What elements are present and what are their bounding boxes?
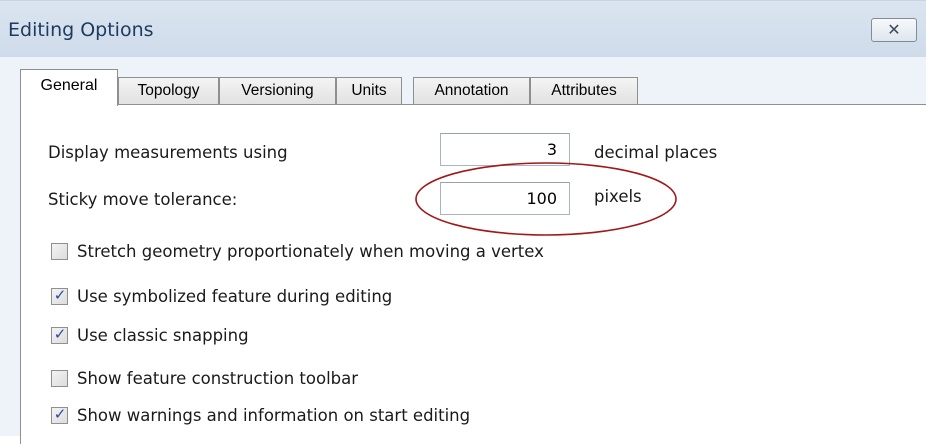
warnings-info-label: Show warnings and information on start e… <box>77 406 471 425</box>
tab-versioning[interactable]: Versioning <box>219 77 336 105</box>
editing-options-dialog: Editing Options ✕ General Topology Versi… <box>0 0 926 444</box>
construction-toolbar-checkbox[interactable] <box>51 370 68 387</box>
tab-units[interactable]: Units <box>336 77 402 105</box>
tab-attributes[interactable]: Attributes <box>530 77 638 105</box>
symbolized-feature-label: Use symbolized feature during editing <box>77 287 393 306</box>
pixels-suffix: pixels <box>594 187 642 206</box>
classic-snapping-checkbox[interactable]: ✓ <box>51 325 68 344</box>
warnings-info-checkbox[interactable]: ✓ <box>51 405 68 424</box>
construction-toolbar-label: Show feature construction toolbar <box>77 369 359 388</box>
close-icon: ✕ <box>887 20 901 39</box>
dialog-title: Editing Options <box>8 19 154 41</box>
close-button[interactable]: ✕ <box>871 18 917 42</box>
classic-snapping-label: Use classic snapping <box>77 326 249 345</box>
tab-topology[interactable]: Topology <box>118 77 219 105</box>
title-bar: Editing Options ✕ <box>0 1 926 57</box>
checkmark-icon: ✓ <box>53 405 67 423</box>
measurements-label: Display measurements using <box>48 143 288 162</box>
decimal-places-suffix: decimal places <box>594 143 718 162</box>
symbolized-feature-checkbox[interactable]: ✓ <box>51 286 68 305</box>
stretch-geometry-checkbox[interactable] <box>51 243 68 260</box>
stretch-geometry-label: Stretch geometry proportionately when mo… <box>77 242 544 261</box>
checkmark-icon: ✓ <box>53 325 67 343</box>
checkmark-icon: ✓ <box>53 286 67 304</box>
tab-general[interactable]: General <box>20 69 118 106</box>
tab-annotation[interactable]: Annotation <box>413 77 530 105</box>
decimal-places-input[interactable] <box>440 133 570 166</box>
sticky-tolerance-input[interactable] <box>440 182 570 215</box>
sticky-tolerance-label: Sticky move tolerance: <box>48 190 238 209</box>
